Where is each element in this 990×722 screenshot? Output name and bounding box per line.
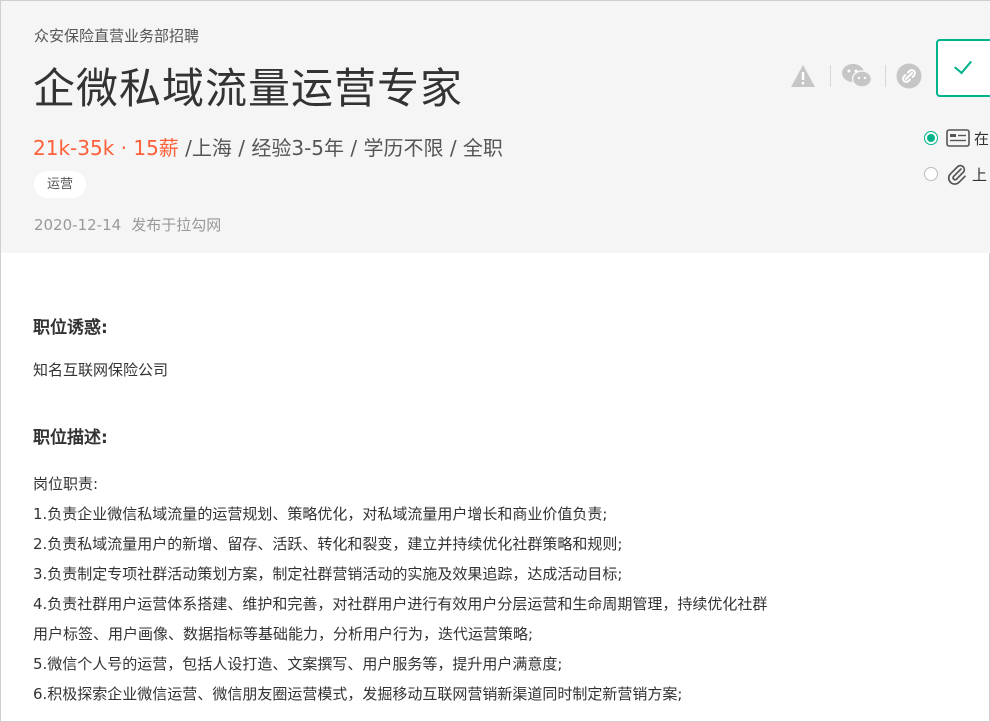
resume-option-online[interactable]: 在 xyxy=(924,126,989,150)
resume-card-icon xyxy=(946,129,970,147)
perks-title: 职位诱惑: xyxy=(33,318,108,338)
description-title: 职位描述: xyxy=(33,428,108,448)
perks-text: 知名互联网保险公司 xyxy=(33,361,169,379)
description-line: 5.微信个人号的运营，包括人设打造、文案撰写、用户服务等，提升用户满意度; xyxy=(33,655,563,673)
job-title: 企微私域流量运营专家 xyxy=(33,64,464,113)
job-meta: 21k-35k · 15薪 /上海 / 经验3-5年 / 学历不限 / 全职 xyxy=(33,132,503,161)
publish-source: 发布于拉勾网 xyxy=(131,216,222,234)
option-label: 在 xyxy=(974,129,990,148)
check-icon xyxy=(954,55,972,75)
option-label: 上 xyxy=(972,165,988,184)
description-line: 岗位职责: xyxy=(33,475,99,493)
job-tag[interactable]: 运营 xyxy=(34,171,87,198)
description-line: 1.负责企业微信私域流量的运营规划、策略优化，对私域流量用户增长和商业价值负责; xyxy=(33,505,608,523)
job-requirements: /上海 / 经验3-5年 / 学历不限 / 全职 xyxy=(178,136,503,160)
wechat-share-icon[interactable] xyxy=(840,62,874,90)
job-description: 岗位职责: 1.负责企业微信私域流量的运营规划、策略优化，对私域流量用户增长和商… xyxy=(33,469,767,709)
divider xyxy=(885,65,886,87)
department-label: 众安保险直营业务部招聘 xyxy=(34,27,200,45)
description-line: 用户标签、用户画像、数据指标等基础能力，分析用户行为，迭代运营策略; xyxy=(33,625,534,643)
job-header: 众安保险直营业务部招聘 企微私域流量运营专家 21k-35k · 15薪 /上海… xyxy=(1,1,990,253)
description-line: 2.负责私域流量用户的新增、留存、活跃、转化和裂变，建立并持续优化社群策略和规则… xyxy=(33,535,623,553)
publish-info: 2020-12-14 发布于拉勾网 xyxy=(34,214,221,235)
publish-date: 2020-12-14 xyxy=(34,216,122,234)
salary: 21k-35k · 15薪 xyxy=(33,136,179,160)
link-share-icon[interactable] xyxy=(895,62,923,90)
apply-button[interactable] xyxy=(936,39,990,97)
paperclip-icon xyxy=(946,163,968,185)
radio-selected[interactable] xyxy=(924,131,938,145)
description-line: 4.负责社群用户运营体系搭建、维护和完善，对社群用户进行有效用户分层运营和生命周… xyxy=(33,595,768,613)
description-line: 3.负责制定专项社群活动策划方案，制定社群营销活动的实施及效果追踪，达成活动目标… xyxy=(33,565,623,583)
radio-unselected[interactable] xyxy=(924,167,938,181)
resume-option-attachment[interactable]: 上 xyxy=(924,162,987,186)
divider xyxy=(830,65,831,87)
report-warning-icon[interactable] xyxy=(789,62,817,90)
description-line: 6.积极探索企业微信运营、微信朋友圈运营模式，发掘移动互联网营销新渠道同时制定新… xyxy=(33,685,683,703)
